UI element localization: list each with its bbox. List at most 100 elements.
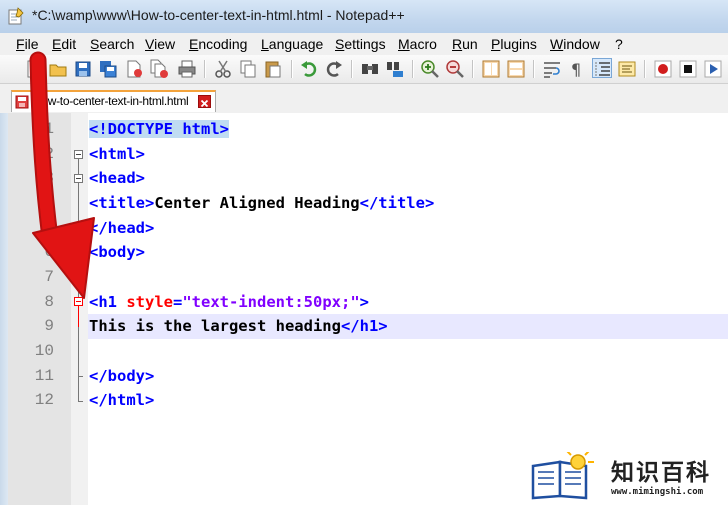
toolbar-separator	[204, 60, 205, 78]
line-number: 10	[34, 342, 54, 360]
code-line-9: This is the largest heading</h1>	[89, 314, 388, 339]
body-open-tag: <body>	[89, 243, 145, 261]
line-number: 9	[44, 317, 54, 335]
fold-end	[78, 376, 83, 377]
fold-html-icon[interactable]	[74, 150, 83, 159]
redo-icon[interactable]	[324, 59, 344, 79]
play-macro-icon[interactable]	[703, 59, 723, 79]
svg-text:¶: ¶	[571, 60, 581, 79]
line-number: 5	[44, 219, 54, 237]
fold-body-icon[interactable]	[74, 248, 83, 257]
code-line-6: <body>	[89, 240, 145, 265]
style-attribute: style	[126, 293, 173, 311]
head-close-tag: </head>	[89, 219, 155, 237]
fold-end	[78, 229, 83, 230]
code-line-3: <head>	[89, 166, 145, 191]
book-bulb-icon	[531, 452, 594, 500]
code-line-12: </html>	[89, 388, 154, 413]
watermark-url: www.mimingshi.com	[611, 487, 704, 497]
title-close-tag: </title>	[359, 194, 435, 212]
watermark-title: 知识百科	[611, 460, 711, 486]
line-number: 2	[44, 145, 54, 163]
line-number: 8	[44, 293, 54, 311]
menu-plugins[interactable]: Plugins	[491, 36, 537, 52]
title-text: Center Aligned Heading	[154, 194, 360, 212]
sync-vertical-icon[interactable]	[481, 59, 501, 79]
heading-text: This is the largest heading	[89, 317, 341, 335]
new-file-icon[interactable]	[24, 59, 44, 79]
h1-open-tag: <h1	[89, 293, 127, 311]
print-icon[interactable]	[177, 59, 197, 79]
replace-icon[interactable]	[385, 59, 405, 79]
zoom-in-icon[interactable]	[420, 59, 440, 79]
show-all-chars-icon[interactable]: ¶	[567, 59, 587, 79]
menu-file[interactable]: File	[16, 36, 39, 52]
code-line-11: </body>	[89, 364, 154, 389]
find-icon[interactable]	[360, 59, 380, 79]
file-tab[interactable]: How-to-center-text-in-html.html	[11, 90, 216, 112]
doctype-tag: <!DOCTYPE html>	[89, 120, 229, 138]
menu-window[interactable]: Window	[550, 36, 600, 52]
menu-language[interactable]: Language	[261, 36, 323, 52]
toolbar-separator	[644, 60, 645, 78]
save-all-icon[interactable]	[98, 59, 118, 79]
equals-sign: =	[173, 293, 183, 311]
menu-help[interactable]: ?	[615, 36, 623, 52]
zoom-out-icon[interactable]	[445, 59, 465, 79]
watermark-logo: 知识百科 www.mimingshi.com	[530, 446, 728, 505]
save-icon[interactable]	[73, 59, 93, 79]
fold-end	[78, 401, 83, 402]
line-number: 1	[44, 120, 54, 138]
menu-run[interactable]: Run	[452, 36, 478, 52]
head-open-tag: <head>	[89, 169, 145, 187]
menu-edit[interactable]: Edit	[52, 36, 76, 52]
line-number: 6	[44, 243, 54, 261]
indent-guide-icon[interactable]	[592, 58, 612, 78]
word-wrap-icon[interactable]	[542, 59, 562, 79]
copy-icon[interactable]	[238, 59, 258, 79]
h1-close-tag: </h1>	[340, 317, 388, 335]
tab-bar: How-to-center-text-in-html.html	[0, 84, 728, 114]
undo-icon[interactable]	[299, 59, 319, 79]
menu-search[interactable]: Search	[90, 36, 134, 52]
html-close-tag: </html>	[89, 391, 155, 409]
code-line-5: </head>	[89, 216, 154, 241]
toolbar-separator	[533, 60, 534, 78]
toolbar-separator	[472, 60, 473, 78]
code-line-2: <html>	[89, 142, 145, 167]
line-number: 12	[34, 391, 54, 409]
menu-macro[interactable]: Macro	[398, 36, 437, 52]
body-close-tag: </body>	[89, 367, 155, 385]
record-macro-icon[interactable]	[653, 59, 673, 79]
fold-h1-icon[interactable]	[74, 297, 83, 306]
close-icon[interactable]	[124, 59, 144, 79]
toolbar: ¶	[0, 55, 728, 84]
open-file-icon[interactable]	[48, 59, 68, 79]
style-value: "text-indent:50px;"	[182, 293, 360, 311]
fold-margin[interactable]	[71, 113, 88, 505]
menu-encoding[interactable]: Encoding	[189, 36, 247, 52]
menu-view[interactable]: View	[145, 36, 175, 52]
stop-record-icon[interactable]	[678, 59, 698, 79]
paste-icon[interactable]	[263, 59, 283, 79]
h1-open-bracket-close: >	[359, 293, 369, 311]
toolbar-separator	[351, 60, 352, 78]
line-number: 7	[44, 268, 54, 286]
menu-settings[interactable]: Settings	[335, 36, 386, 52]
tab-close-icon[interactable]	[198, 95, 211, 108]
fold-guide-h1	[78, 306, 79, 327]
tab-label: How-to-center-text-in-html.html	[33, 94, 189, 108]
html-open-tag: <html>	[89, 145, 145, 163]
function-list-icon[interactable]	[617, 59, 637, 79]
cut-icon[interactable]	[213, 59, 233, 79]
code-line-4: <title>Center Aligned Heading</title>	[89, 191, 434, 216]
unsaved-file-icon	[15, 95, 29, 109]
line-number: 11	[34, 367, 54, 385]
sync-horizontal-icon[interactable]	[506, 59, 526, 79]
close-all-icon[interactable]	[149, 59, 169, 79]
toolbar-separator	[412, 60, 413, 78]
menu-bar: File Edit Search View Encoding Language …	[0, 33, 728, 56]
fold-head-icon[interactable]	[74, 174, 83, 183]
toolbar-separator	[291, 60, 292, 78]
notepad-app-icon	[8, 7, 24, 25]
